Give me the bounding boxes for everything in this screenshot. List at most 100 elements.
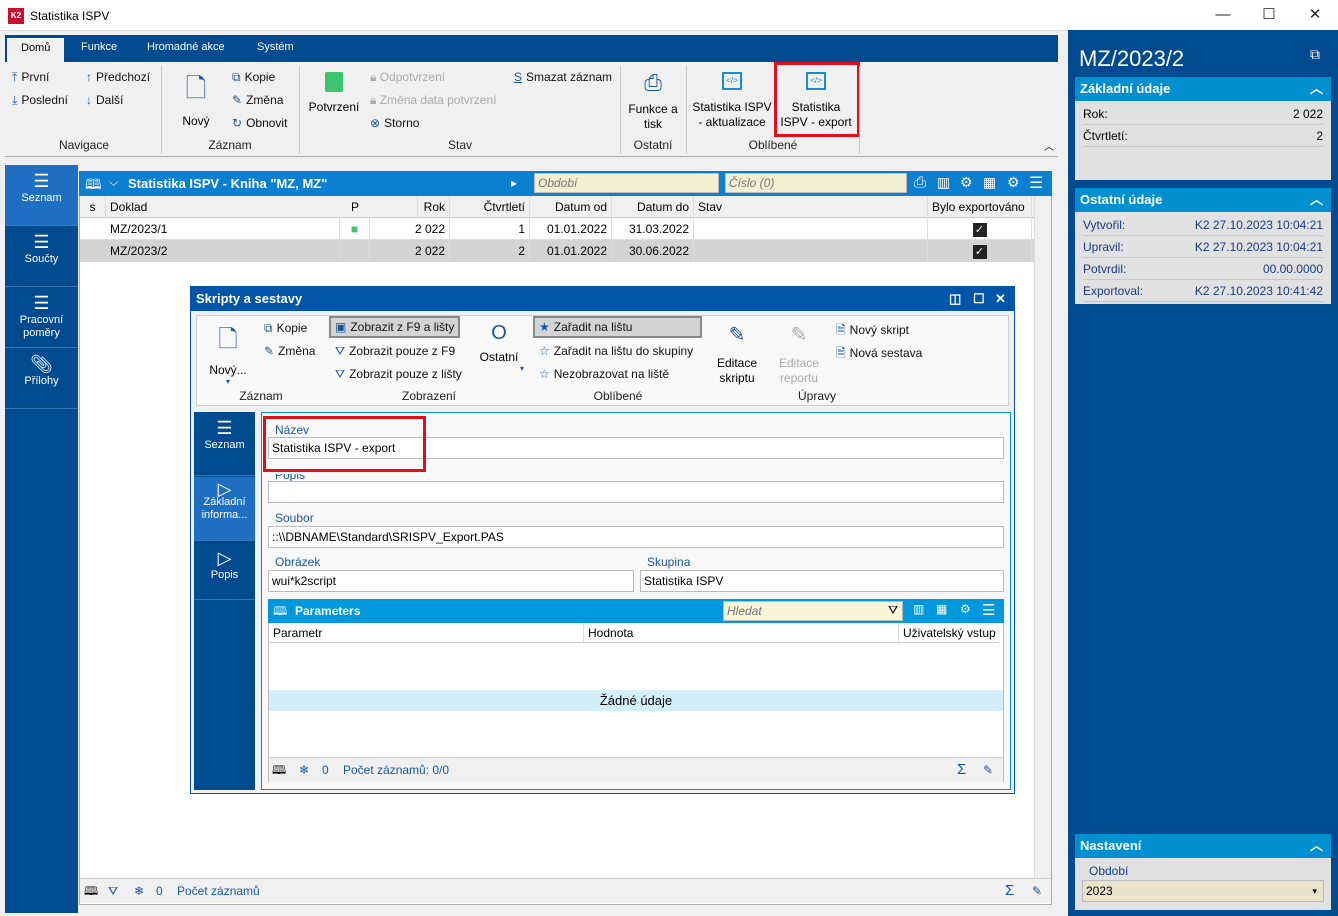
fav-update-button[interactable]: </> Statistika ISPV - aktualizace xyxy=(690,70,774,130)
edit-icon[interactable]: ✎ xyxy=(983,758,993,782)
show-f9-button[interactable]: ⛛ Zobrazit pouze z F9 xyxy=(335,344,455,359)
add-to-bar-group-button[interactable]: ☆ Zařadit na lištu do skupiny xyxy=(539,344,693,358)
tab-domu[interactable]: Domů xyxy=(7,38,65,62)
settings-section-header[interactable]: Nastavení ︿ xyxy=(1075,834,1331,858)
play-icon[interactable]: ▸ xyxy=(511,176,517,190)
collapse-icon[interactable]: ︿ xyxy=(1310,188,1323,212)
col-uzivatelsky-vstup[interactable]: Uživatelský vstup xyxy=(899,623,999,643)
col-s[interactable]: s xyxy=(80,196,106,218)
nav-pracovni-pomery[interactable]: ☰ Pracovní poměry xyxy=(5,287,78,348)
show-f9-bar-button[interactable]: ▣ Zobrazit z F9 a lišty xyxy=(328,316,461,338)
dialog-nav-zakladni-informace[interactable]: ▷ Základní informa... xyxy=(194,477,255,541)
maximize-icon[interactable]: ☐ xyxy=(973,287,985,311)
maximize-button[interactable]: ☐ xyxy=(1246,4,1292,26)
other-section-header[interactable]: Ostatní údaje ︿ xyxy=(1075,188,1331,212)
sum-icon[interactable]: Σ xyxy=(1005,879,1014,903)
vertical-scrollbar[interactable] xyxy=(1034,196,1051,878)
add-to-bar-button[interactable]: ★ Zařadit na lištu xyxy=(533,316,702,338)
filter-icon[interactable]: ⛛ xyxy=(888,603,898,618)
dock-icon[interactable]: ◫ xyxy=(949,287,961,311)
book-icon[interactable]: 🕮 xyxy=(272,758,286,782)
last-button[interactable]: ⤓ Poslední xyxy=(12,93,68,108)
period-select[interactable]: 2023 ▾ xyxy=(1082,880,1324,902)
gear-icon[interactable]: ⚙ xyxy=(960,602,971,616)
filter-icon[interactable]: ⛛ xyxy=(108,879,118,903)
columns-icon[interactable]: ▦ xyxy=(983,174,996,191)
minimize-button[interactable]: — xyxy=(1200,4,1246,26)
basic-section-header[interactable]: Základní údaje ︿ xyxy=(1075,77,1331,101)
col-ctvrtleti[interactable]: Čtvrtletí xyxy=(450,196,530,218)
period-filter[interactable] xyxy=(534,173,719,193)
col-stav[interactable]: Stav xyxy=(694,196,928,218)
col-rok[interactable]: Rok xyxy=(370,196,450,218)
gear-icon[interactable]: ⚙ xyxy=(1007,174,1020,191)
group-field[interactable]: Statistika ISPV xyxy=(640,570,1004,592)
first-button[interactable]: ⤒ První xyxy=(12,70,49,85)
edit-report-button[interactable]: ✎ Editace reportu xyxy=(774,322,824,386)
other-dropdown-button[interactable]: O Ostatní ▾ xyxy=(474,322,524,373)
parameters-search[interactable] xyxy=(723,601,903,621)
nav-soucty[interactable]: ☰ Součty xyxy=(5,226,78,287)
change-button[interactable]: ✎ Změna xyxy=(264,344,315,358)
file-field[interactable]: ::\\DBNAME\Standard\SRISPV_Export.PAS xyxy=(268,526,1004,548)
hide-from-bar-button[interactable]: ☆ Nezobrazovat na liště xyxy=(539,367,669,381)
chart-icon[interactable]: ▥ xyxy=(937,174,950,191)
sum-icon[interactable]: Σ xyxy=(957,758,966,782)
checkbox-checked[interactable]: ✓ xyxy=(928,218,1032,240)
col-datum-od[interactable]: Datum od xyxy=(530,196,612,218)
close-icon[interactable]: ✕ xyxy=(995,287,1006,311)
collapse-ribbon-icon[interactable]: ︿ xyxy=(1044,138,1054,153)
columns-icon[interactable]: ▦ xyxy=(936,602,947,616)
snowflake-icon[interactable]: ❄ xyxy=(299,758,309,782)
copy-button[interactable]: ⧉ Kopie xyxy=(232,70,275,85)
edit-icon[interactable]: ✎ xyxy=(1032,879,1042,903)
edit-script-button[interactable]: ✎ Editace skriptu xyxy=(712,322,762,386)
collapse-icon[interactable]: ︿ xyxy=(1310,77,1323,101)
change-button[interactable]: ✎ Změna xyxy=(232,93,283,107)
prev-button[interactable]: ↑ Předchozí xyxy=(86,70,150,84)
tab-funkce[interactable]: Funkce xyxy=(81,41,117,53)
dialog-nav-popis[interactable]: ▷ Popis xyxy=(194,542,255,600)
new-button[interactable]: 🗋 Nový xyxy=(172,70,220,128)
change-date-button[interactable]: 🔒︎ Změna data potvrzení xyxy=(370,93,496,108)
book-icon[interactable]: 🕮 xyxy=(84,879,98,903)
col-hodnota[interactable]: Hodnota xyxy=(584,623,899,643)
table-row[interactable]: MZ/2023/2 2 022 2 01.01.2022 30.06.2022 … xyxy=(80,240,1034,262)
refresh-button[interactable]: ↻ Obnovit xyxy=(232,116,287,130)
delete-record-button[interactable]: S Smazat záznam xyxy=(514,70,612,84)
snowflake-icon[interactable]: ❄ xyxy=(134,879,144,903)
unconfirm-button[interactable]: 🔒︎ Odpotvrzení xyxy=(370,70,445,85)
new-report-button[interactable]: 🗎︎ Nová sestava xyxy=(836,344,922,365)
close-button[interactable]: ✕ xyxy=(1292,4,1338,26)
col-exportovano[interactable]: Bylo exportováno xyxy=(928,196,1032,218)
nav-prilohy[interactable]: 📎︎ Přílohy xyxy=(5,348,78,409)
menu-icon[interactable]: ☰ xyxy=(1029,173,1043,193)
collapse-icon[interactable]: ︿ xyxy=(1310,834,1323,858)
image-field[interactable]: wui*k2script xyxy=(268,570,634,592)
copy-button[interactable]: ⧉ Kopie xyxy=(264,321,307,336)
storno-button[interactable]: ⊗ Storno xyxy=(370,116,419,130)
print-icon[interactable]: ⎙ xyxy=(914,174,926,191)
chart-icon[interactable]: ▥ xyxy=(913,602,924,616)
new-script-button[interactable]: 🗎︎ Nový skript xyxy=(836,321,909,342)
col-datum-do[interactable]: Datum do xyxy=(612,196,694,218)
confirm-button[interactable]: Potvrzení xyxy=(306,70,362,114)
chevron-down-icon[interactable]: ⌵ xyxy=(109,175,118,190)
col-p[interactable]: P xyxy=(340,196,370,218)
menu-icon[interactable]: ☰ xyxy=(982,601,995,619)
next-button[interactable]: ↓ Další xyxy=(86,93,123,107)
table-row[interactable]: MZ/2023/1 ■ 2 022 1 01.01.2022 31.03.202… xyxy=(80,218,1034,240)
nav-seznam[interactable]: ☰ Seznam xyxy=(5,165,78,226)
show-bar-button[interactable]: ⛛ Zobrazit pouze z lišty xyxy=(335,367,462,382)
dialog-nav-seznam[interactable]: ☰ Seznam xyxy=(194,412,255,476)
tab-system[interactable]: Systém xyxy=(257,41,294,53)
col-parametr[interactable]: Parametr xyxy=(269,623,584,643)
new-dropdown-button[interactable]: 🗋 Nový... ▾ xyxy=(204,322,252,386)
tab-hromadne-akce[interactable]: Hromadné akce xyxy=(147,41,225,53)
checkbox-checked[interactable]: ✓ xyxy=(928,240,1032,262)
tree-icon[interactable]: ⚙︎ xyxy=(960,174,973,191)
print-button[interactable]: ⎙ Funkce a tisk xyxy=(624,70,682,132)
number-filter[interactable] xyxy=(725,173,907,193)
description-field[interactable] xyxy=(268,481,1004,503)
popout-icon[interactable]: ⧉ xyxy=(1310,46,1320,63)
